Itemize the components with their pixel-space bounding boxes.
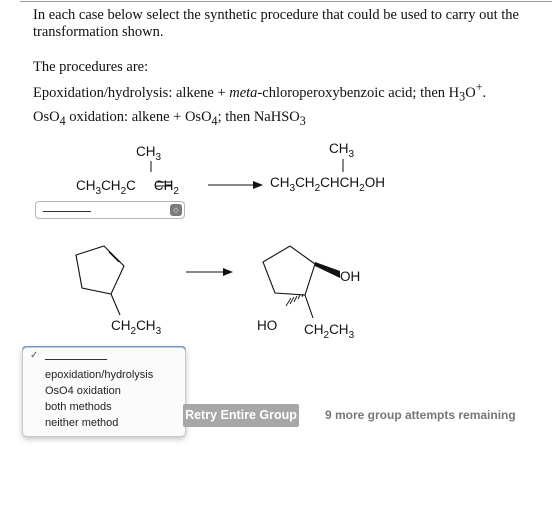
- procedure-select-1[interactable]: ◇: [35, 201, 185, 219]
- product2-oh-label: OH: [340, 269, 360, 284]
- retry-group-button[interactable]: Retry Entire Group: [183, 404, 299, 427]
- reaction2-product: OH HO CH2CH3: [257, 245, 360, 341]
- dropdown-option-epoxidation[interactable]: epoxidation/hydrolysis: [45, 368, 153, 383]
- ring-double-bond: [108, 251, 120, 263]
- product2-ethyl-bond: [304, 294, 314, 319]
- dropdown-option-neither[interactable]: neither method: [45, 416, 118, 431]
- product2-ethyl-label: CH2CH3: [304, 322, 355, 341]
- dropdown-option-oso4[interactable]: OsO4 oxidation: [45, 384, 121, 399]
- dropdown-option-both[interactable]: both methods: [45, 400, 112, 415]
- hash-bond-ho: [285, 293, 304, 307]
- reaction2-reactant: CH2CH3: [75, 245, 162, 337]
- cyclopentene-ring: [75, 245, 125, 295]
- reaction1-reactant: CH3 CH3CH2C CH2: [76, 144, 179, 197]
- attempts-remaining: 9 more group attempts remaining: [325, 408, 516, 422]
- procedure-dropdown-menu: ✓ epoxidation/hydrolysis OsO4 oxidation …: [22, 347, 186, 437]
- product1-main-chain: CH3CH2CHCH2OH: [270, 175, 385, 194]
- checkmark-icon: ✓: [30, 350, 39, 361]
- ethyl-bond: [110, 293, 121, 316]
- stepper-icon: ◇: [170, 204, 182, 216]
- product1-methyl-label: CH3: [329, 141, 355, 160]
- reactant2-ethyl-label: CH2CH3: [111, 318, 162, 337]
- reactant1-methyl-label: CH3: [136, 144, 162, 163]
- cyclopentane-ring: [262, 245, 316, 296]
- select1-empty-value: [43, 211, 91, 212]
- product2-ho-label: HO: [257, 318, 277, 333]
- wedge-bond-oh-fill: [315, 262, 340, 278]
- dropdown-option-blank[interactable]: [45, 359, 107, 360]
- reactant1-main-chain: CH3CH2C CH2: [76, 178, 179, 197]
- reaction1-product: CH3 CH3CH2CHCH2OH: [270, 141, 385, 194]
